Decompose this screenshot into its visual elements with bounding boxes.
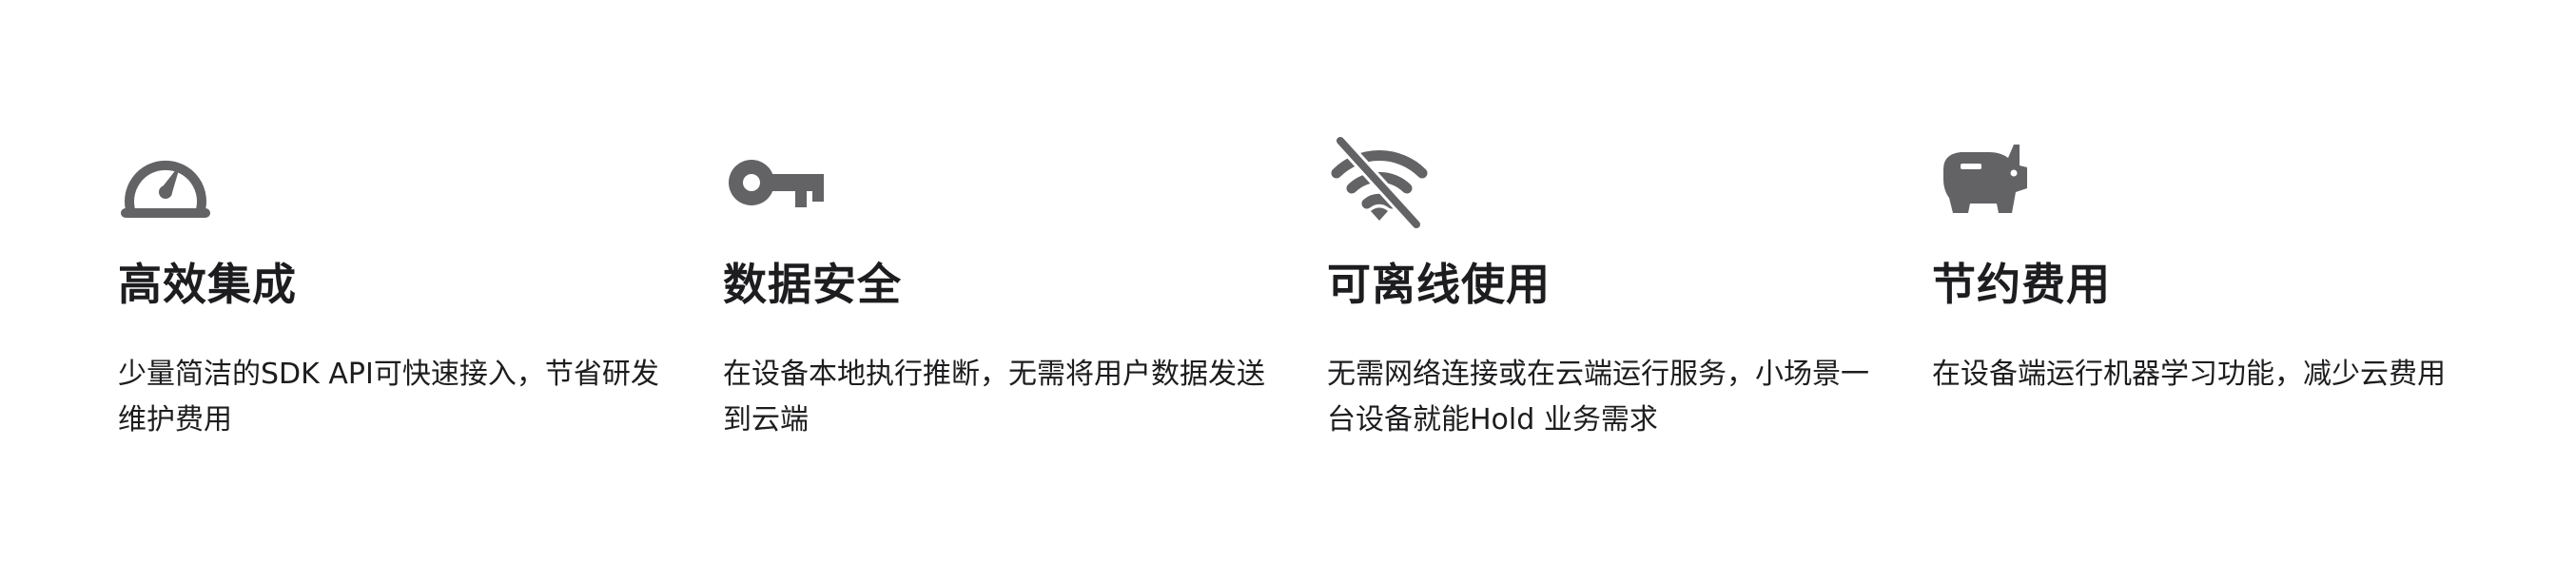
feature-description: 无需网络连接或在云端运行服务，小场景一台设备就能Hold 业务需求 xyxy=(1327,358,1869,436)
features-section: 高效集成 少量简洁的SDK API可快速接入，节省研发维护费用 数据安全 在设备… xyxy=(0,0,2576,582)
piggy-bank-icon xyxy=(1932,133,2037,228)
feature-description: 在设备端运行机器学习功能，减少云费用 xyxy=(1932,358,2446,391)
key-icon xyxy=(723,133,828,228)
feature-title: 可离线使用 xyxy=(1327,259,1551,310)
wifi-off-icon xyxy=(1327,133,1432,228)
speedometer-icon xyxy=(118,133,223,228)
feature-title: 节约费用 xyxy=(1932,259,2111,310)
feature-description: 在设备本地执行推断，无需将用户数据发送到云端 xyxy=(723,358,1265,436)
feature-title: 高效集成 xyxy=(118,259,297,310)
feature-description: 少量简洁的SDK API可快速接入，节省研发维护费用 xyxy=(118,358,659,436)
feature-title: 数据安全 xyxy=(723,259,902,310)
